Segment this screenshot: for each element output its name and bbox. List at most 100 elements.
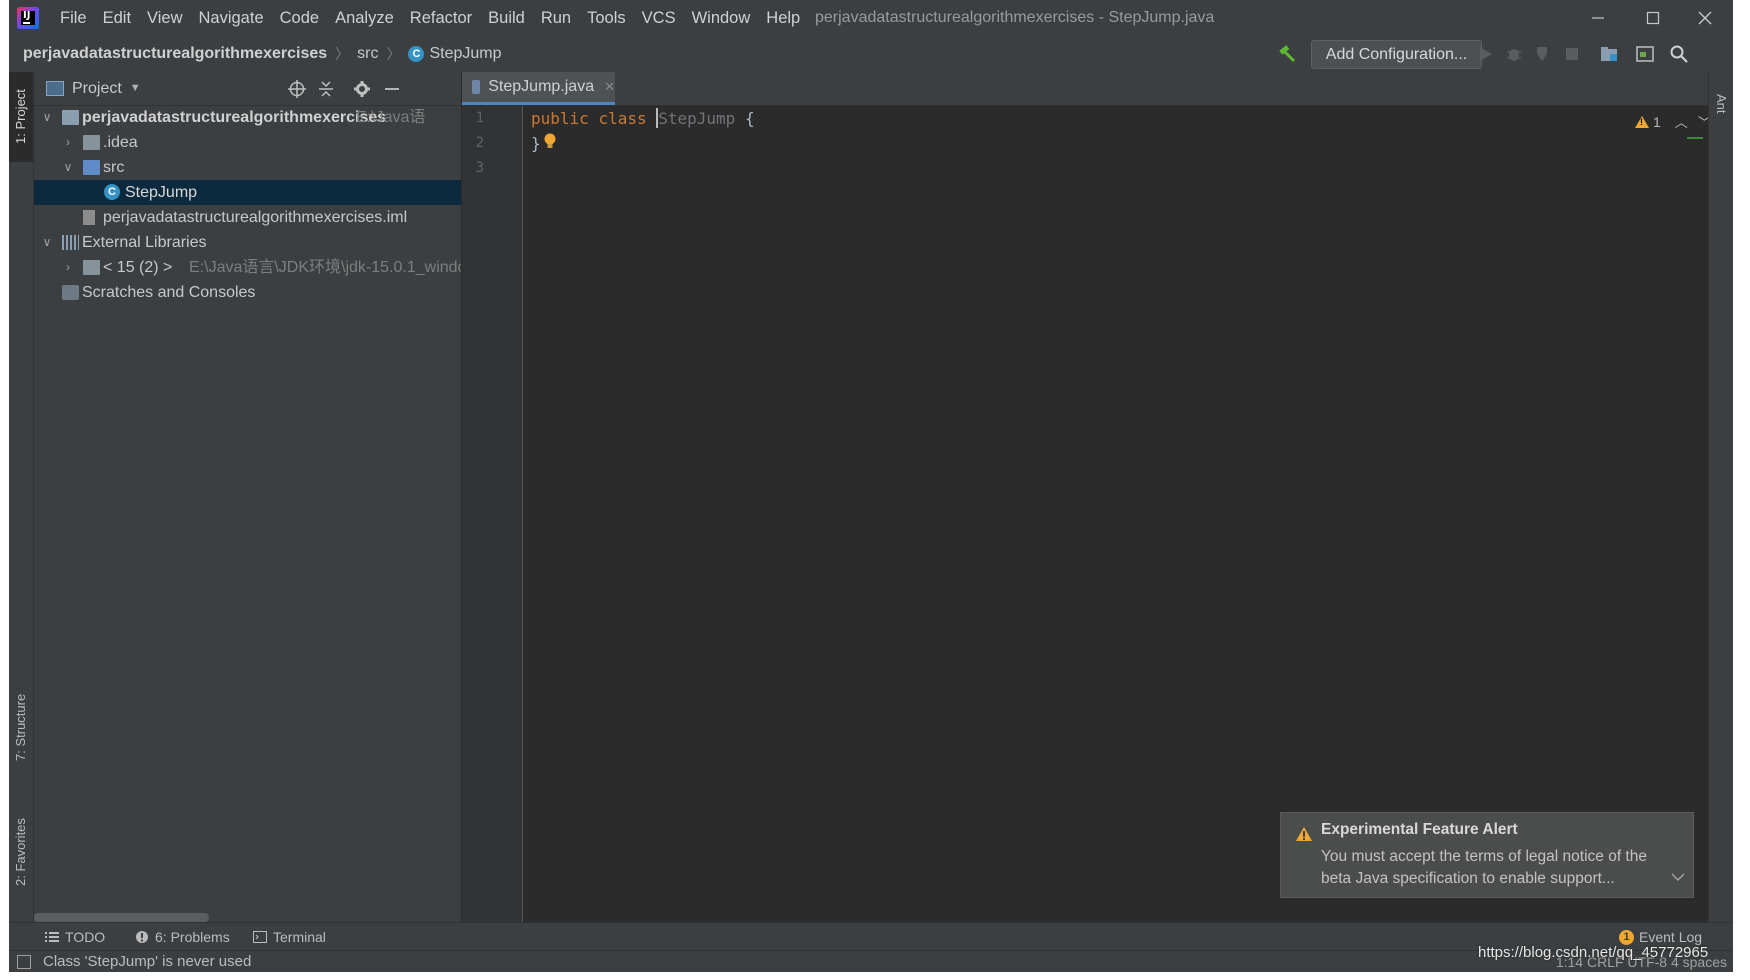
tree-item-label: perjavadatastructurealgorithmexercises.i… (103, 209, 408, 226)
stop-button[interactable] (1562, 44, 1582, 64)
locate-file-button[interactable] (287, 79, 307, 99)
iml-file-icon (83, 210, 95, 225)
maximize-icon (1646, 11, 1660, 25)
tree-item-project-root[interactable]: ∨ perjavadatastructurealgorithmexercises… (34, 105, 461, 130)
menu-run[interactable]: Run (533, 0, 579, 36)
gear-icon (354, 81, 370, 97)
navigation-bar: perjavadatastructurealgorithmexercises 〉… (9, 36, 1733, 73)
minimize-icon (385, 88, 399, 90)
close-window-button[interactable] (1676, 0, 1733, 36)
chevron-up-icon[interactable]: ︿ (1675, 112, 1688, 131)
close-icon (1698, 11, 1712, 25)
project-structure-button[interactable] (1599, 44, 1619, 64)
inspection-widget[interactable]: 1 ︿ ﹀ (1635, 112, 1711, 131)
line-number: 2 (475, 135, 484, 151)
structure-tab-label: 7: Structure (13, 693, 28, 761)
tree-item-label: .idea (103, 134, 138, 151)
terminal-label: Terminal (273, 929, 326, 945)
list-icon (45, 932, 59, 942)
lightbulb-icon[interactable] (543, 132, 557, 157)
maximize-button[interactable] (1624, 0, 1682, 36)
menu-file[interactable]: File (52, 0, 95, 36)
toggle-tool-windows-icon[interactable] (17, 955, 31, 969)
notification-body: You must accept the terms of legal notic… (1321, 848, 1647, 887)
ant-tool-tab[interactable]: Ant (1709, 78, 1733, 130)
search-everywhere-button[interactable] (1669, 44, 1689, 64)
project-tool-tab[interactable]: 1: Project (9, 72, 33, 162)
hide-panel-button[interactable] (382, 79, 402, 99)
structure-tool-tab[interactable]: 7: Structure (9, 677, 33, 777)
tree-item-stepjump[interactable]: C StepJump (34, 180, 461, 205)
project-panel: Project ▼ ∨ perjavadatastructurealgorith… (34, 72, 462, 922)
project-panel-title: Project (72, 80, 122, 97)
menu-refactor[interactable]: Refactor (402, 0, 480, 36)
breadcrumb: perjavadatastructurealgorithmexercises 〉… (23, 36, 502, 72)
todo-tool-button[interactable]: TODO (45, 923, 105, 951)
terminal-tool-button[interactable]: Terminal (253, 923, 326, 951)
breadcrumb-folder[interactable]: src (357, 45, 378, 63)
menu-edit[interactable]: Edit (95, 0, 139, 36)
project-tab-label: 1: Project (13, 89, 28, 145)
panel-settings-button[interactable] (352, 79, 372, 99)
project-view-selector[interactable]: Project ▼ (46, 72, 141, 105)
menu-bar: File Edit View Navigate Code Analyze Ref… (52, 0, 808, 36)
chevron-down-icon[interactable]: ∨ (40, 105, 54, 130)
favorites-tab-label: 2: Favorites (13, 818, 28, 886)
problems-icon (136, 931, 148, 943)
right-tool-stripe: Ant (1708, 72, 1733, 922)
tree-item-iml[interactable]: perjavadatastructurealgorithmexercises.i… (34, 205, 461, 230)
run-button[interactable] (1475, 44, 1495, 64)
source-folder-icon (83, 160, 100, 175)
favorites-tool-tab[interactable]: 2: Favorites (9, 802, 33, 902)
debug-button[interactable] (1504, 44, 1524, 64)
menu-window[interactable]: Window (684, 0, 759, 36)
menu-vcs[interactable]: VCS (634, 0, 684, 36)
chevron-down-icon[interactable]: ∨ (61, 155, 75, 180)
close-brace: } (531, 134, 541, 153)
menu-tools[interactable]: Tools (579, 0, 634, 36)
chevron-right-icon[interactable]: › (61, 255, 75, 280)
scrollbar-marker (1687, 137, 1703, 139)
code-line-2[interactable]: } (531, 131, 557, 156)
crosshair-icon (288, 80, 306, 98)
menu-analyze[interactable]: Analyze (327, 0, 402, 36)
tree-item-external-libraries[interactable]: ∨ External Libraries (34, 230, 461, 255)
horizontal-scrollbar[interactable] (34, 913, 209, 922)
editor-tab-stepjump[interactable]: StepJump.java ✕ (462, 72, 615, 105)
collapse-all-button[interactable] (316, 79, 336, 99)
code-editor[interactable]: public class StepJump { } 1 ︿ ﹀ (523, 106, 1711, 922)
java-class-icon: C (104, 184, 120, 200)
add-configuration-button[interactable]: Add Configuration... (1311, 40, 1482, 69)
expand-chevron-icon[interactable] (1671, 869, 1685, 886)
presentation-mode-button[interactable] (1635, 44, 1655, 64)
tree-item-jdk[interactable]: › < 15 (2) > E:\Java语言\JDK环境\jdk-15.0.1_… (34, 255, 461, 280)
menu-navigate[interactable]: Navigate (191, 0, 272, 36)
menu-view[interactable]: View (139, 0, 190, 36)
close-tab-icon[interactable]: ✕ (604, 79, 615, 95)
collapse-all-icon (319, 81, 333, 97)
chevron-down-icon[interactable]: ∨ (40, 230, 54, 255)
build-hammer-button[interactable] (1277, 44, 1297, 64)
chevron-right-icon[interactable]: › (61, 130, 75, 155)
tree-item-src[interactable]: ∨ src (34, 155, 461, 180)
minimize-button[interactable] (1569, 0, 1627, 36)
problems-tool-button[interactable]: 6: Problems (135, 923, 230, 951)
scratches-icon (62, 285, 79, 300)
notification-balloon[interactable]: Experimental Feature Alert You must acce… (1280, 812, 1694, 898)
menu-build[interactable]: Build (480, 0, 533, 36)
menu-code[interactable]: Code (272, 0, 327, 36)
menu-help[interactable]: Help (758, 0, 808, 36)
coverage-button[interactable] (1533, 44, 1553, 64)
breadcrumb-project[interactable]: perjavadatastructurealgorithmexercises (23, 45, 327, 63)
chevron-down-icon: ▼ (129, 82, 141, 94)
tree-item-idea[interactable]: › .idea (34, 130, 461, 155)
tree-item-scratches[interactable]: Scratches and Consoles (34, 280, 461, 305)
breadcrumb-file[interactable]: StepJump (429, 45, 501, 63)
tree-item-path-hint: E:\Java语 (356, 109, 426, 126)
code-line-1[interactable]: public class StepJump { (531, 106, 755, 131)
library-icon (62, 235, 79, 250)
warning-icon (1635, 115, 1649, 128)
window-title: perjavadatastructurealgorithmexercises -… (815, 9, 1215, 26)
warning-icon (1295, 826, 1313, 846)
notification-title: Experimental Feature Alert (1321, 821, 1518, 838)
